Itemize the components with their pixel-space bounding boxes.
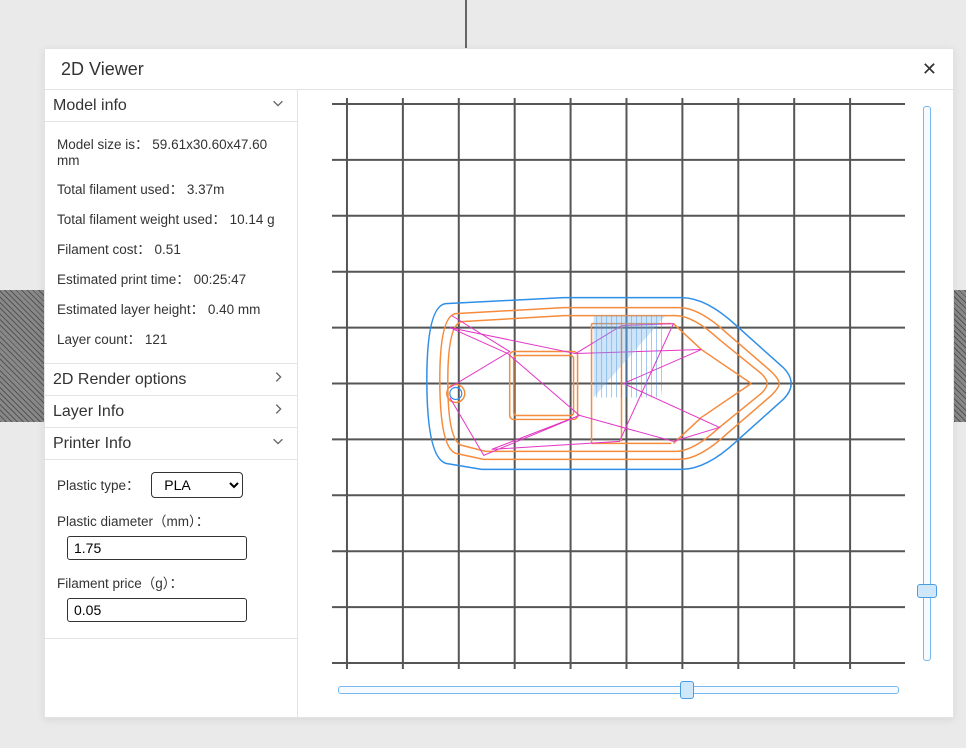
section-title: Printer Info	[53, 435, 131, 453]
slider-track	[338, 686, 899, 694]
slider-track	[923, 106, 931, 661]
section-header-render-options[interactable]: 2D Render options	[45, 364, 297, 396]
label: Plastic diameter（mm）	[57, 514, 209, 529]
window-title: 2D Viewer	[61, 59, 144, 80]
hole-feature-inner	[450, 387, 462, 399]
build-plate-background-left	[0, 290, 44, 422]
section-header-printer-info[interactable]: Printer Info	[45, 428, 297, 460]
label: Estimated layer height	[57, 302, 204, 317]
layer-slider-vertical[interactable]	[919, 106, 931, 661]
section-title: 2D Render options	[53, 371, 186, 389]
titlebar: 2D Viewer ✕	[45, 49, 953, 89]
row-filament-cost: Filament cost 0.51	[53, 233, 289, 263]
chevron-right-icon	[271, 402, 285, 421]
chevron-down-icon	[271, 96, 285, 115]
layer-preview-svg	[332, 98, 905, 669]
section-header-layer-info[interactable]: Layer Info	[45, 396, 297, 428]
value: 0.51	[155, 242, 181, 257]
content-area: Model info Model size is 59.61x30.60x47.…	[45, 89, 953, 717]
row-print-time: Estimated print time 00:25:47	[53, 263, 289, 293]
chevron-right-icon	[271, 370, 285, 389]
label: Filament cost	[57, 242, 151, 257]
value: 121	[145, 332, 168, 347]
label: Total filament used	[57, 182, 183, 197]
move-slider-horizontal[interactable]	[338, 683, 899, 695]
label: Filament price（g）	[57, 576, 183, 591]
row-plastic-diameter: Plastic diameter（mm）	[53, 504, 289, 566]
close-button[interactable]: ✕	[922, 60, 937, 78]
filament-price-input[interactable]	[67, 598, 247, 622]
viewer-canvas[interactable]	[332, 98, 905, 669]
chevron-down-icon	[271, 434, 285, 453]
row-model-size: Model size is 59.61x30.60x47.60 mm	[53, 128, 289, 173]
label: Estimated print time	[57, 272, 190, 287]
row-layer-count: Layer count 121	[53, 323, 289, 353]
value: 3.37m	[187, 182, 225, 197]
label: Model size is	[57, 137, 149, 152]
section-title: Model info	[53, 97, 127, 115]
plastic-diameter-input[interactable]	[67, 536, 247, 560]
row-plastic-type: Plastic type PLA	[53, 466, 289, 504]
section-body-printer-info: Plastic type PLA Plastic diameter（mm） Fi…	[45, 460, 297, 639]
row-filament-used: Total filament used 3.37m	[53, 173, 289, 203]
section-body-model-info: Model size is 59.61x30.60x47.60 mm Total…	[45, 122, 297, 364]
background-divider	[465, 0, 467, 50]
slider-thumb[interactable]	[680, 681, 694, 699]
plastic-type-select[interactable]: PLA	[151, 472, 243, 498]
value: 10.14 g	[230, 212, 275, 227]
label: Layer count	[57, 332, 141, 347]
row-filament-weight: Total filament weight used 10.14 g	[53, 203, 289, 233]
value: 0.40 mm	[208, 302, 261, 317]
viewer-area	[298, 90, 953, 717]
value: 00:25:47	[194, 272, 247, 287]
travel-moves	[450, 316, 720, 456]
row-filament-price: Filament price（g）	[53, 566, 289, 628]
slider-thumb[interactable]	[917, 584, 937, 598]
section-title: Layer Info	[53, 403, 124, 421]
section-header-model-info[interactable]: Model info	[45, 90, 297, 122]
infill-region	[594, 316, 666, 398]
row-layer-height: Estimated layer height 0.40 mm	[53, 293, 289, 323]
label: Plastic type	[57, 478, 140, 493]
label: Total filament weight used	[57, 212, 226, 227]
sidebar: Model info Model size is 59.61x30.60x47.…	[45, 90, 298, 717]
viewer-window: 2D Viewer ✕ Model info Model size is 59.…	[44, 48, 954, 718]
